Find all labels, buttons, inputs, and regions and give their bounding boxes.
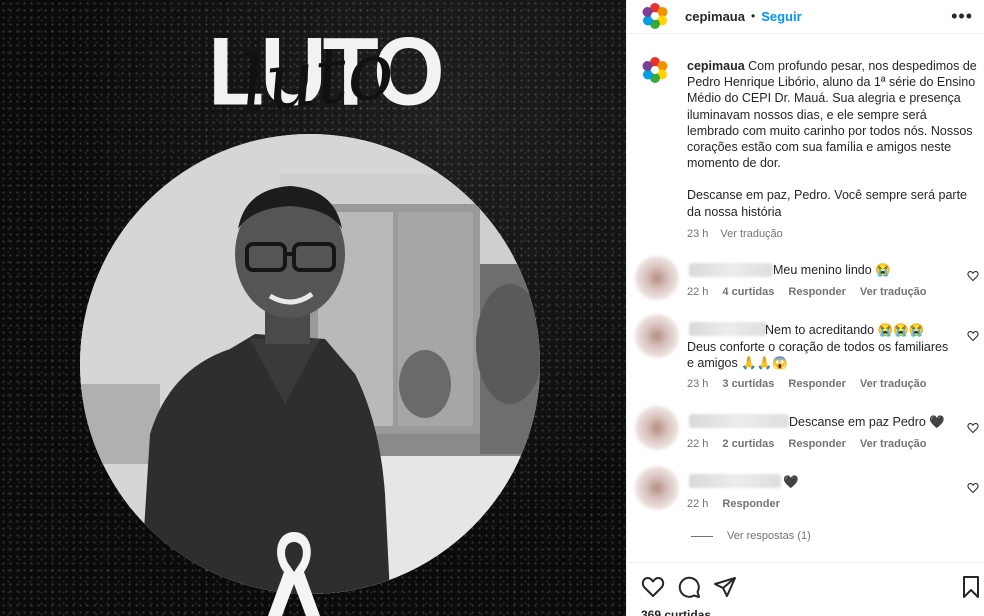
memorial-photo-illustration xyxy=(80,134,540,594)
bookmark-icon[interactable] xyxy=(959,575,983,599)
caption-time: 23 h xyxy=(687,228,709,240)
luto-title: LUTO luto xyxy=(208,22,445,131)
reply-link[interactable]: Responder xyxy=(788,378,845,390)
reply-link[interactable]: Responder xyxy=(722,498,779,510)
more-options-icon[interactable]: ••• xyxy=(951,6,973,27)
comment-item: Meu menino lindo 😭 22 h 4 curtidas Respo… xyxy=(635,256,984,306)
comment-likes[interactable]: 3 curtidas xyxy=(722,378,774,390)
comment-meta: 22 h 2 curtidas Responder Ver tradução xyxy=(687,438,927,450)
header-divider xyxy=(627,33,984,34)
reply-link[interactable]: Responder xyxy=(788,286,845,298)
caption-translate-link[interactable]: Ver tradução xyxy=(720,228,782,240)
heart-icon[interactable] xyxy=(641,575,665,599)
post-media[interactable]: LUTO luto xyxy=(0,0,626,616)
comment-time: 22 h xyxy=(687,498,709,510)
caption-avatar[interactable] xyxy=(641,56,669,84)
comment-time: 22 h xyxy=(687,286,709,298)
comment-item: 🖤 22 h Responder xyxy=(635,466,984,516)
caption-body-2: Descanse em paz, Pedro. Você sempre será… xyxy=(687,188,968,219)
comment-meta: 22 h Responder xyxy=(687,498,780,510)
translate-link[interactable]: Ver tradução xyxy=(860,286,927,298)
commenter-name-redacted[interactable] xyxy=(689,414,789,428)
translate-link[interactable]: Ver tradução xyxy=(860,378,927,390)
luto-script-text: luto xyxy=(235,25,399,131)
commenter-name-redacted[interactable] xyxy=(689,322,767,336)
commenter-avatar[interactable] xyxy=(635,314,679,358)
view-replies-label[interactable]: Ver respostas (1) xyxy=(727,530,811,542)
memorial-photo xyxy=(80,134,540,594)
profile-avatar[interactable] xyxy=(641,2,669,30)
post-sidebar: cepimaua • Seguir ••• cepimaua Com profu… xyxy=(626,0,984,616)
comment-likes[interactable]: 4 curtidas xyxy=(722,286,774,298)
caption-text: cepimaua Com profundo pesar, nos despedi… xyxy=(687,58,979,220)
comment-heart-icon[interactable] xyxy=(967,422,979,434)
caption-body: Com profundo pesar, nos despedimos de Pe… xyxy=(687,59,977,171)
comment-text: Meu menino lindo 😭 xyxy=(773,263,891,277)
commenter-name-redacted[interactable] xyxy=(689,263,773,277)
comment-meta: 22 h 4 curtidas Responder Ver tradução xyxy=(687,286,927,298)
post-header: cepimaua • Seguir ••• xyxy=(627,0,984,32)
header-username[interactable]: cepimaua xyxy=(685,9,745,24)
comment-text: 🖤 xyxy=(783,475,799,489)
translate-link[interactable]: Ver tradução xyxy=(860,438,927,450)
header-dot: • xyxy=(750,9,756,23)
comment-time: 23 h xyxy=(687,378,709,390)
comment-heart-icon[interactable] xyxy=(967,330,979,342)
caption-meta: 23 h Ver tradução xyxy=(687,228,783,240)
comment-heart-icon[interactable] xyxy=(967,482,979,494)
comment-icon[interactable] xyxy=(677,575,701,599)
commenter-avatar[interactable] xyxy=(635,466,679,510)
paper-plane-icon[interactable] xyxy=(713,575,737,599)
comment-heart-icon[interactable] xyxy=(967,270,979,282)
comment-text: Nem to acreditando 😭😭😭 xyxy=(765,323,925,337)
comment-time: 22 h xyxy=(687,438,709,450)
comment-item: Descanse em paz Pedro 🖤 22 h 2 curtidas … xyxy=(635,406,984,456)
flower-logo-icon xyxy=(642,57,668,83)
flower-logo-icon xyxy=(642,3,668,29)
comment-text: Descanse em paz Pedro 🖤 xyxy=(789,415,945,429)
comment-item: Nem to acreditando 😭😭😭 Deus conforte o c… xyxy=(635,314,984,398)
likes-count[interactable]: 369 curtidas xyxy=(641,608,711,616)
comment-likes[interactable]: 2 curtidas xyxy=(722,438,774,450)
reply-link[interactable]: Responder xyxy=(788,438,845,450)
commenter-name-redacted[interactable] xyxy=(689,474,781,488)
follow-button[interactable]: Seguir xyxy=(761,9,801,24)
mourning-ribbon-icon xyxy=(268,532,320,616)
commenter-avatar[interactable] xyxy=(635,256,679,300)
commenter-avatar[interactable] xyxy=(635,406,679,450)
view-replies-link[interactable]: Ver respostas (1) xyxy=(691,530,811,542)
view-replies-line xyxy=(691,535,713,537)
comment-meta: 23 h 3 curtidas Responder Ver tradução xyxy=(687,378,927,390)
comment-text-2: Deus conforte o coração de todos os fami… xyxy=(687,340,949,370)
caption-username[interactable]: cepimaua xyxy=(687,59,745,73)
